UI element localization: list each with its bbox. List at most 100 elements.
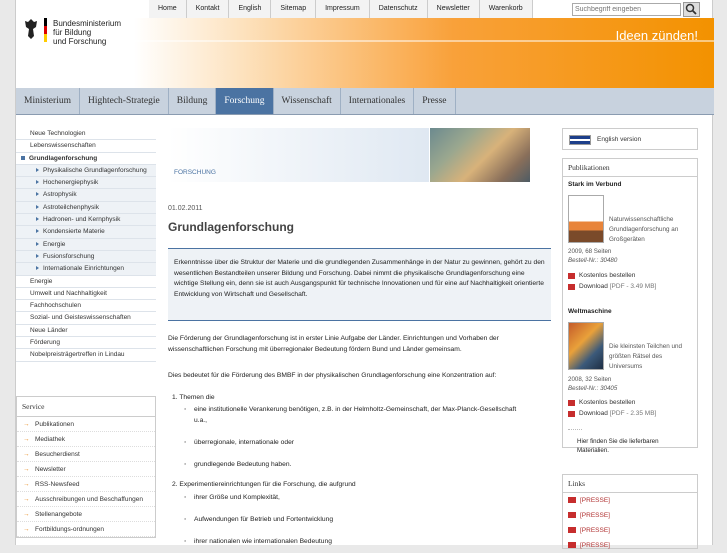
search-icon <box>685 3 697 15</box>
leftnav-umwelt[interactable]: Umwelt und Nachhaltigkeit <box>16 288 156 301</box>
service-item[interactable]: Publikationen <box>17 417 155 432</box>
publications-box: Publikationen Stark im Verbund Naturwiss… <box>562 158 698 454</box>
list-bullet: Aufwendungen für Betrieb und Fortentwick… <box>184 514 524 525</box>
leftnav-energie-sub[interactable]: Energie <box>16 238 156 251</box>
topnav-datenschutz[interactable]: Datenschutz <box>369 0 428 18</box>
book-description: Naturwissenschaftliche Grundlagenforschu… <box>609 216 679 243</box>
page-shell: Bundesministerium für Bildung und Forsch… <box>15 0 714 549</box>
leftnav-fusionsforschung[interactable]: Fusionsforschung <box>16 250 156 264</box>
book-heading: Stark im Verbund <box>568 181 622 188</box>
leftnav-astroteilchenphysik[interactable]: Astroteilchenphysik <box>16 201 156 215</box>
triangle-right-icon <box>36 217 39 222</box>
press-link[interactable]: [PRESSE] <box>563 538 697 553</box>
download-link[interactable]: Download [PDF - 2.35 MB] <box>568 410 656 417</box>
download-label: Download <box>579 283 608 290</box>
service-item[interactable]: Mediathek <box>17 432 155 447</box>
leftnav-neue-technologien[interactable]: Neue Technologien <box>16 128 156 141</box>
order-link[interactable]: Kostenlos bestellen <box>568 272 635 279</box>
topnav-newsletter[interactable]: Newsletter <box>427 0 480 18</box>
triangle-right-icon <box>36 229 39 234</box>
divider <box>568 429 582 430</box>
mainnav-ministerium[interactable]: Ministerium <box>16 88 80 114</box>
book-description: Die kleinsten Teilchen und größten Rätse… <box>609 343 683 370</box>
lead-text: Erkenntnisse über die Struktur der Mater… <box>168 248 551 321</box>
square-bullet-icon <box>21 155 25 160</box>
list-bullet: ihrer Größe und Komplexität, <box>184 492 524 503</box>
leftnav-kondensierte-materie[interactable]: Kondensierte Materie <box>16 226 156 239</box>
publications-title: Publikationen <box>563 159 697 177</box>
uk-flag-icon <box>569 135 591 145</box>
topnav-impressum[interactable]: Impressum <box>316 0 370 18</box>
list-bullet: ihrer nationalen wie internationalen Bed… <box>184 536 524 547</box>
press-link[interactable]: [PRESSE] <box>563 508 697 523</box>
leftnav-fachhochschulen[interactable]: Fachhochschulen <box>16 300 156 313</box>
left-navigation: Neue Technologien Lebenswissenschaften G… <box>16 128 156 362</box>
mainnav-wissenschaft[interactable]: Wissenschaft <box>274 88 341 114</box>
order-label: Kostenlos bestellen <box>579 272 636 279</box>
kicker-label: FORSCHUNG <box>174 169 216 176</box>
leftnav-label: Hadronen- und Kernphysik <box>43 216 121 224</box>
leftnav-nobelpreistraeger[interactable]: Nobelpreisträgertreffen in Lindau <box>16 349 156 362</box>
service-item[interactable]: RSS-Newsfeed <box>17 477 155 492</box>
english-version-link[interactable]: English version <box>562 128 698 150</box>
service-item[interactable]: Newsletter <box>17 462 155 477</box>
leftnav-label: Physikalische Grundlagenforschung <box>43 166 147 174</box>
logo-text: Bundesministerium für Bildung und Forsch… <box>53 19 133 46</box>
leftnav-astrophysik[interactable]: Astrophysik <box>16 189 156 202</box>
mainnav-forschung[interactable]: Forschung <box>216 88 274 114</box>
leftnav-physikalische-grundlagenforschung[interactable]: Physikalische Grundlagenforschung <box>16 164 156 178</box>
book-pages: 2009, 68 Seiten <box>568 248 612 255</box>
service-title: Service <box>17 397 155 417</box>
leftnav-label: Energie <box>43 240 66 248</box>
triangle-right-icon <box>36 180 39 185</box>
leftnav-label: Hochenergiephysik <box>43 179 99 187</box>
leftnav-energie[interactable]: Energie <box>16 276 156 288</box>
section-kicker: FORSCHUNG <box>168 128 429 182</box>
header-banner: Ideen zünden! <box>134 18 714 88</box>
press-link[interactable]: [PRESSE] <box>563 493 697 508</box>
leftnav-hochenergiephysik[interactable]: Hochenergiephysik <box>16 177 156 190</box>
service-item[interactable]: Besucherdienst <box>17 447 155 462</box>
links-box: Links [PRESSE] [PRESSE] [PRESSE] [PRESSE… <box>562 474 698 549</box>
order-link[interactable]: Kostenlos bestellen <box>568 399 635 406</box>
leftnav-internationale-einrichtungen[interactable]: Internationale Einrichtungen <box>16 263 156 276</box>
service-item[interactable]: Fortbildungs-ordnungen <box>17 522 155 537</box>
leftnav-label: Internationale Einrichtungen <box>43 265 124 273</box>
topnav-sitemap[interactable]: Sitemap <box>271 0 317 18</box>
paragraph: Dies bedeutet für die Förderung des BMBF… <box>168 372 497 379</box>
topnav-warenkorb[interactable]: Warenkorb <box>479 0 533 18</box>
order-label: Kostenlos bestellen <box>579 399 636 406</box>
download-size: [PDF - 2.35 MB] <box>609 410 657 417</box>
service-item[interactable]: Stellenangebote <box>17 507 155 522</box>
leftnav-neue-laender[interactable]: Neue Länder <box>16 325 156 338</box>
page-title: Grundlagenforschung <box>168 220 294 234</box>
book-cover[interactable] <box>568 195 604 243</box>
book-cover[interactable] <box>568 322 604 370</box>
topnav-kontakt[interactable]: Kontakt <box>186 0 230 18</box>
logo-line-2: für Bildung <box>53 28 92 37</box>
leftnav-lebenswissenschaften[interactable]: Lebenswissenschaften <box>16 140 156 153</box>
triangle-right-icon <box>36 167 39 172</box>
leftnav-foerderung[interactable]: Förderung <box>16 337 156 350</box>
mainnav-internationales[interactable]: Internationales <box>341 88 415 114</box>
leftnav-label: Neue Technologien <box>30 130 86 137</box>
leftnav-grundlagenforschung[interactable]: Grundlagenforschung <box>16 152 156 165</box>
leftnav-sozialwissenschaften[interactable]: Sozial- und Geisteswissenschaften <box>16 312 156 325</box>
all-publications-link[interactable]: Hier finden Sie die lieferbaren Material… <box>577 437 689 455</box>
topnav-home[interactable]: Home <box>149 0 187 18</box>
mainnav-bildung[interactable]: Bildung <box>169 88 217 114</box>
mainnav-presse[interactable]: Presse <box>414 88 456 114</box>
press-link[interactable]: [PRESSE] <box>563 523 697 538</box>
service-item[interactable]: Ausschreibungen und Beschaffungen <box>17 492 155 507</box>
leftnav-label: Grundlagenforschung <box>29 154 98 162</box>
download-label: Download <box>579 410 608 417</box>
search-input[interactable] <box>572 3 681 16</box>
leftnav-label: Sozial- und Geisteswissenschaften <box>30 314 131 322</box>
logo[interactable]: Bundesministerium für Bildung und Forsch… <box>16 0 134 88</box>
download-link[interactable]: Download [PDF - 3.49 MB] <box>568 283 656 290</box>
mainnav-hightech-strategie[interactable]: Hightech-Strategie <box>80 88 169 114</box>
leftnav-hadronen-kernphysik[interactable]: Hadronen- und Kernphysik <box>16 214 156 227</box>
search-button[interactable] <box>683 2 700 17</box>
triangle-right-icon <box>36 253 39 258</box>
topnav-english[interactable]: English <box>229 0 272 18</box>
